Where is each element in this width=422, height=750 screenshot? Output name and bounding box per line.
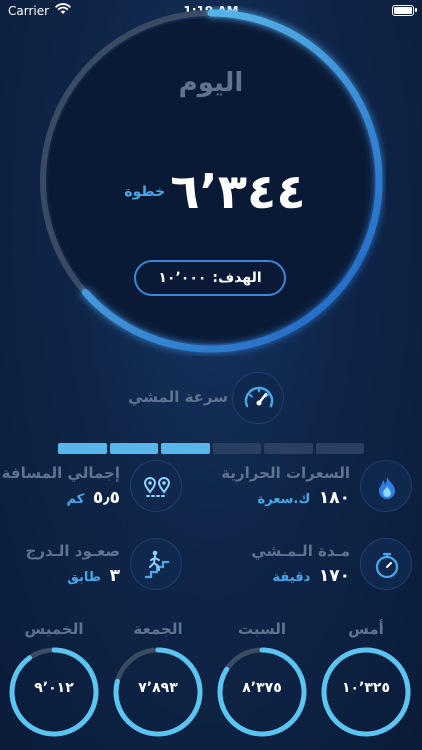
speed-bar-segment (58, 443, 107, 454)
history-day-value: ٩٬٠١٢ (34, 680, 74, 696)
steps-unit: خطوة (124, 184, 166, 200)
walking-speed: سرعة المشي (0, 372, 422, 424)
calories-label: السعرات الحرارية (221, 464, 350, 482)
history-day-saturday[interactable]: السبت ٨٬٣٧٥ (216, 618, 308, 738)
steps-display: ٦٬٣٤٤ خطوة (36, 164, 386, 220)
history-day-yesterday[interactable]: أمس ١٠٬٣٢٥ (320, 618, 412, 738)
goal-button[interactable]: الهدف: ١٠٬٠٠٠ (134, 260, 286, 296)
floors-value: ٣ (109, 566, 120, 586)
stopwatch-icon (360, 538, 412, 590)
flame-icon (360, 460, 412, 512)
duration-metric: مـدة الـمـشي ١٧٠ دقيقة (222, 538, 412, 592)
history-day-label: الخميس (24, 620, 84, 638)
speed-bar-segment (161, 443, 210, 454)
speed-bar-segment (315, 443, 364, 454)
speedometer-icon[interactable] (232, 372, 284, 424)
distance-metric: إجمالي المسافة ٥٫٥ كم (1, 460, 194, 514)
speed-bar-segment (264, 443, 313, 454)
speed-bar-segment (212, 443, 261, 454)
history-day-value: ١٠٬٣٢٥ (341, 680, 391, 696)
floors-label: صعـود الـدرج (25, 542, 120, 560)
history-day-thursday[interactable]: الخميس ٩٬٠١٢ (8, 618, 100, 738)
map-pins-icon (130, 460, 182, 512)
floors-unit: طابق (67, 570, 102, 585)
speed-bar-segment (109, 443, 158, 454)
history-day-value: ٧٬٨٩٣ (138, 680, 178, 696)
history-day-label: أمس (348, 620, 384, 638)
distance-label: إجمالي المسافة (1, 464, 120, 482)
calories-value: ١٨٠ (318, 488, 350, 508)
distance-value: ٥٫٥ (92, 488, 120, 508)
history-day-label: السبت (237, 620, 287, 638)
today-title: اليوم (178, 68, 244, 98)
goal-value: ١٠٬٠٠٠ (158, 270, 207, 286)
calories-value-row: ١٨٠ ك.سعرة (258, 488, 350, 508)
floors-metric: صعـود الـدرج ٣ طابق (4, 538, 194, 592)
calories-unit: ك.سعرة (257, 492, 311, 507)
history-day-label: الجمعة (133, 620, 183, 638)
history-day-friday[interactable]: الجمعة ٧٬٨٩٣ (112, 618, 204, 738)
duration-unit: دقيقة (272, 570, 311, 585)
duration-value-row: ١٧٠ دقيقة (273, 566, 350, 586)
duration-label: مـدة الـمـشي (251, 542, 350, 560)
history-day-value: ٨٬٣٧٥ (242, 680, 282, 696)
distance-unit: كم (66, 492, 85, 507)
stairs-icon (130, 538, 182, 590)
distance-value-row: ٥٫٥ كم (67, 488, 120, 508)
floors-value-row: ٣ طابق (67, 566, 120, 586)
goal-label: الهدف: (212, 270, 262, 286)
steps-count: ٦٬٣٤٤ (170, 164, 306, 220)
battery-icon (392, 5, 417, 16)
walking-speed-label: سرعة المشي (128, 388, 228, 406)
history-days: أمس ١٠٬٣٢٥ السبت ٨٬٣٧٥ الجمعة ٧٬٨٩٣ الخم… (0, 618, 422, 738)
walking-speed-bar (58, 443, 364, 454)
daily-progress-ring: اليوم ٦٬٣٤٤ خطوة الهدف: ١٠٬٠٠٠ (36, 6, 386, 356)
calories-metric: السعرات الحرارية ١٨٠ ك.سعرة (221, 460, 412, 514)
duration-value: ١٧٠ (318, 566, 350, 586)
